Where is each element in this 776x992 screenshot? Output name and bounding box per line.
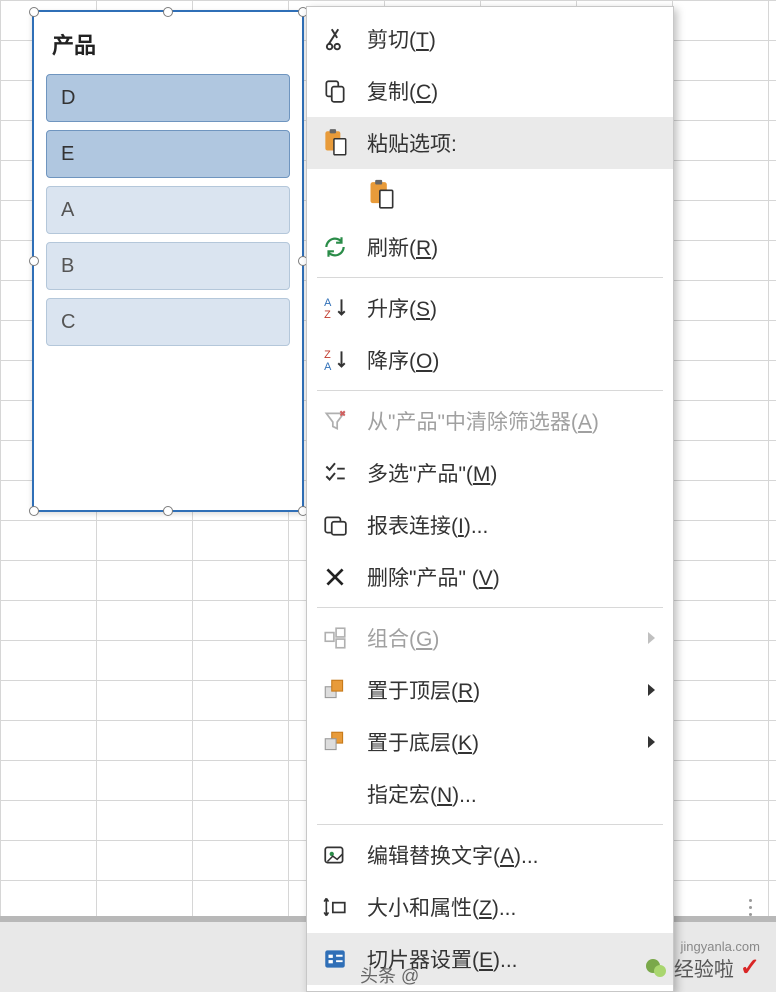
menu-label: 升序(S) xyxy=(367,293,661,323)
group-icon xyxy=(319,622,351,654)
refresh-icon xyxy=(319,231,351,263)
svg-text:Z: Z xyxy=(324,349,331,361)
task-pane-handle[interactable] xyxy=(749,899,752,916)
menu-separator xyxy=(317,607,663,608)
menu-alt-text[interactable]: 编辑替换文字(A)... xyxy=(307,829,673,881)
menu-cut[interactable]: 剪切(T) xyxy=(307,13,673,65)
slicer-item[interactable]: B xyxy=(46,242,290,290)
resize-handle[interactable] xyxy=(29,506,39,516)
send-back-icon xyxy=(319,726,351,758)
slicer-item-label: D xyxy=(61,87,75,110)
menu-assign-macro[interactable]: 指定宏(N)... xyxy=(307,768,673,820)
multiselect-icon xyxy=(319,457,351,489)
resize-handle[interactable] xyxy=(29,7,39,17)
alt-text-icon xyxy=(319,839,351,871)
menu-separator xyxy=(317,824,663,825)
menu-label: 刷新(R) xyxy=(367,232,661,262)
menu-report-connections[interactable]: 报表连接(I)... xyxy=(307,499,673,551)
slicer-item-label: B xyxy=(61,255,74,278)
slicer-settings-icon xyxy=(319,943,351,975)
menu-sort-desc[interactable]: ZA 降序(O) xyxy=(307,334,673,386)
size-props-icon xyxy=(319,891,351,923)
product-slicer[interactable]: 产品 D E A B C xyxy=(32,10,304,512)
menu-paste-options[interactable]: 粘贴选项: xyxy=(307,117,673,169)
slicer-item[interactable]: E xyxy=(46,130,290,178)
menu-label: 组合(G) xyxy=(367,623,648,653)
resize-handle[interactable] xyxy=(29,256,39,266)
slicer-item-label: C xyxy=(61,311,75,334)
submenu-arrow-icon xyxy=(648,632,655,644)
resize-handle[interactable] xyxy=(163,7,173,17)
resize-handle[interactable] xyxy=(163,506,173,516)
menu-label: 大小和属性(Z)... xyxy=(367,892,661,922)
submenu-arrow-icon xyxy=(648,736,655,748)
menu-remove[interactable]: 删除"产品" (V) xyxy=(307,551,673,603)
menu-slicer-settings[interactable]: 切片器设置(E)... xyxy=(307,933,673,985)
svg-text:A: A xyxy=(324,297,332,309)
paste-option-keep-source[interactable] xyxy=(307,169,673,221)
slicer-item[interactable]: A xyxy=(46,186,290,234)
menu-sort-asc[interactable]: AZ 升序(S) xyxy=(307,282,673,334)
menu-send-back[interactable]: 置于底层(K) xyxy=(307,716,673,768)
watermark-site: jingyanla.com xyxy=(681,939,761,954)
menu-label: 多选"产品"(M) xyxy=(367,458,661,488)
slicer-item-label: A xyxy=(61,199,74,222)
slicer-title: 产品 xyxy=(34,12,302,74)
paste-icon xyxy=(319,127,351,159)
slicer-item[interactable]: C xyxy=(46,298,290,346)
menu-label: 编辑替换文字(A)... xyxy=(367,840,661,870)
remove-icon xyxy=(319,561,351,593)
menu-group: 组合(G) xyxy=(307,612,673,664)
menu-multiselect[interactable]: 多选"产品"(M) xyxy=(307,447,673,499)
context-menu: 剪切(T) 复制(C) 粘贴选项: 刷新(R) AZ 升序(S) ZA 降序(O xyxy=(306,6,674,992)
clear-filter-icon xyxy=(319,405,351,437)
menu-bring-front[interactable]: 置于顶层(R) xyxy=(307,664,673,716)
menu-refresh[interactable]: 刷新(R) xyxy=(307,221,673,273)
report-connections-icon xyxy=(319,509,351,541)
copy-icon xyxy=(319,75,351,107)
menu-copy[interactable]: 复制(C) xyxy=(307,65,673,117)
clipboard-icon xyxy=(367,178,397,212)
slicer-item[interactable]: D xyxy=(46,74,290,122)
menu-label: 降序(O) xyxy=(367,345,661,375)
menu-label: 粘贴选项: xyxy=(367,128,661,158)
menu-separator xyxy=(317,277,663,278)
bring-front-icon xyxy=(319,674,351,706)
blank-icon xyxy=(319,778,351,810)
svg-text:Z: Z xyxy=(324,309,331,321)
sort-desc-icon: ZA xyxy=(319,344,351,376)
menu-label: 从"产品"中清除筛选器(A) xyxy=(367,406,661,436)
menu-label: 置于顶层(R) xyxy=(367,675,648,705)
slicer-item-label: E xyxy=(61,143,74,166)
menu-clear-filter: 从"产品"中清除筛选器(A) xyxy=(307,395,673,447)
menu-label: 指定宏(N)... xyxy=(367,779,661,809)
submenu-arrow-icon xyxy=(648,684,655,696)
sort-asc-icon: AZ xyxy=(319,292,351,324)
menu-label: 复制(C) xyxy=(367,76,661,106)
menu-label: 置于底层(K) xyxy=(367,727,648,757)
slicer-item-list: D E A B C xyxy=(34,74,302,346)
menu-label: 剪切(T) xyxy=(367,24,661,54)
svg-text:A: A xyxy=(324,361,332,373)
menu-size-props[interactable]: 大小和属性(Z)... xyxy=(307,881,673,933)
menu-label: 报表连接(I)... xyxy=(367,510,661,540)
menu-separator xyxy=(317,390,663,391)
menu-label: 删除"产品" (V) xyxy=(367,562,661,592)
menu-label: 切片器设置(E)... xyxy=(367,944,661,974)
cut-icon xyxy=(319,23,351,55)
